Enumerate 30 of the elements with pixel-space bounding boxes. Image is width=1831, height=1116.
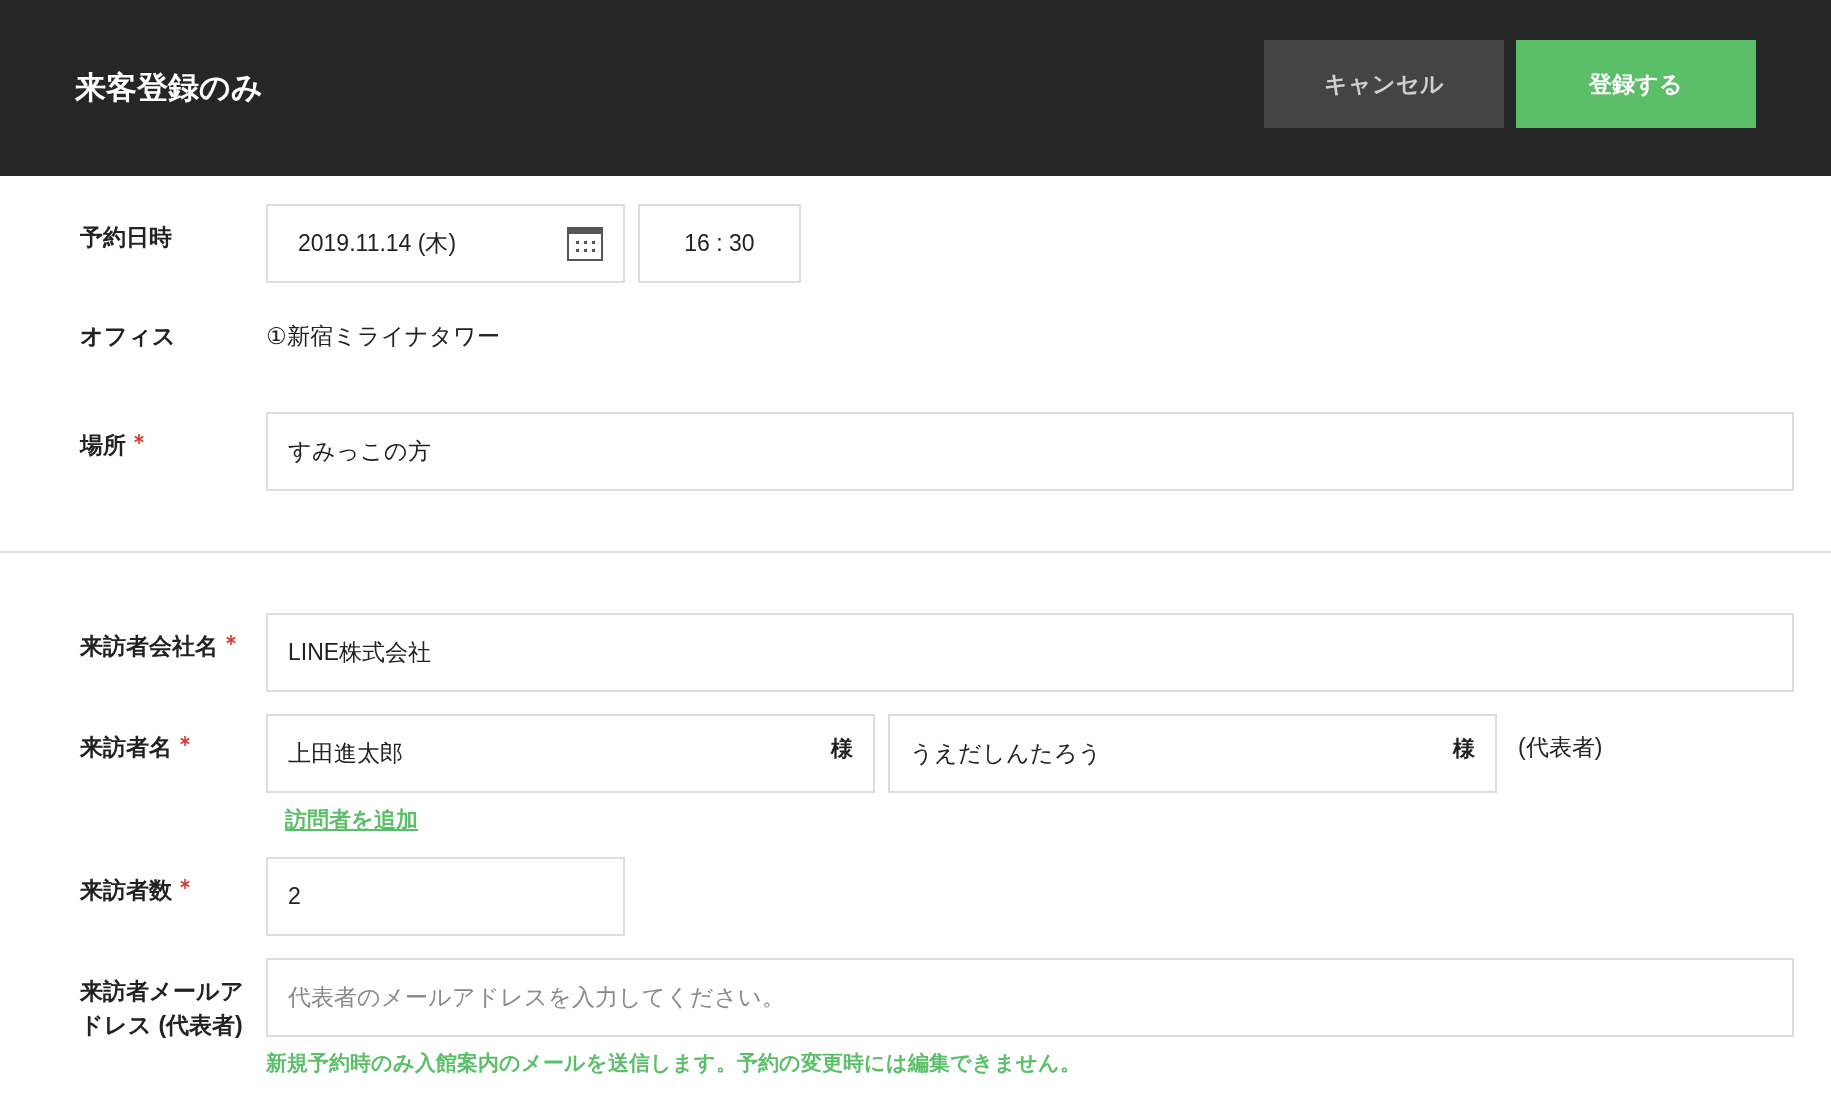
email-hint: 新規予約時のみ入館案内のメールを送信します。予約の変更時には編集できません。	[266, 1049, 1082, 1076]
required-icon	[180, 878, 190, 889]
date-field[interactable]: 2019.11.14 (木)	[266, 204, 625, 283]
name-reading-input[interactable]: うえだしんたろう	[890, 715, 1453, 791]
honorific-suffix: 様	[831, 734, 853, 763]
calendar-icon[interactable]	[567, 226, 603, 261]
date-input[interactable]: 2019.11.14 (木)	[268, 206, 567, 281]
company-field[interactable]: LINE株式会社	[266, 612, 1794, 692]
time-field[interactable]: 16 : 30	[638, 204, 801, 283]
field-label: 来訪者会社名	[80, 631, 218, 661]
required-icon	[134, 433, 144, 444]
honorific-suffix: 様	[1453, 734, 1475, 763]
representative-note: (代表者)	[1518, 732, 1603, 762]
name-field[interactable]: 上田進太郎 様	[266, 713, 875, 793]
field-label: 場所	[80, 430, 126, 460]
field-label: 予約日時	[80, 223, 172, 252]
page-title: 来客登録のみ	[75, 69, 263, 107]
required-icon	[226, 634, 236, 645]
field-label: 来訪者数	[80, 875, 172, 905]
field-label: オフィス	[80, 322, 176, 351]
name-reading-field[interactable]: うえだしんたろう 様	[888, 713, 1497, 793]
location-field[interactable]: すみっこの方	[266, 411, 1794, 491]
field-label: 来訪者メールアドレス (代表者)	[80, 976, 245, 1040]
cancel-button[interactable]: キャンセル	[1264, 40, 1504, 128]
office-name: ①新宿ミライナタワー	[266, 322, 500, 351]
visitor-count-field[interactable]: 2	[266, 856, 625, 936]
name-input[interactable]: 上田進太郎	[268, 715, 831, 791]
email-field[interactable]: 代表者のメールアドレスを入力してください。	[266, 957, 1794, 1037]
field-label: 来訪者名	[80, 732, 172, 762]
required-icon	[180, 735, 190, 746]
